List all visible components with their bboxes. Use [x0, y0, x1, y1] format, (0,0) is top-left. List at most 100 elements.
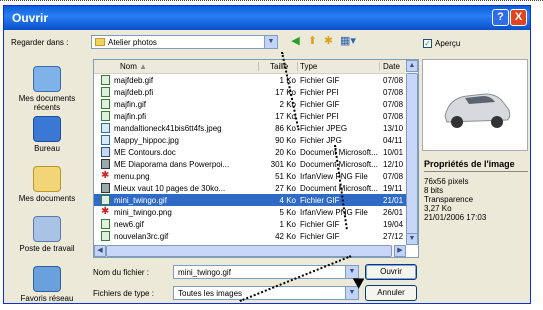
- gif-file-icon: [101, 111, 110, 121]
- filename-value: mini_twingo.gif: [178, 268, 231, 277]
- file-date: 26/01: [383, 208, 404, 217]
- file-size: 20 Ko: [275, 148, 296, 157]
- open-dialog: Ouvrir ? X Regarder dans : Atelier photo…: [3, 5, 531, 304]
- title-bar: Ouvrir ? X: [4, 6, 530, 30]
- car-thumbnail: [444, 93, 511, 128]
- file-date: 07/08: [383, 172, 404, 181]
- chevron-down-icon[interactable]: ▼: [345, 287, 358, 299]
- image-preview: [422, 59, 528, 151]
- filetype-value: Toutes les images: [178, 289, 243, 298]
- file-date: 04/11: [383, 136, 403, 145]
- dotted-guide: [0, 0, 543, 3]
- scroll-thumb[interactable]: [406, 73, 418, 239]
- file-row[interactable]: mandaltioneck41bis6tt4fs.jpeg 86 Ko Fichie…: [94, 122, 406, 134]
- file-type: Fichier GIF: [300, 232, 340, 241]
- file-date: 19/04: [383, 220, 404, 229]
- file-size: 1 Ko: [279, 76, 296, 85]
- doc-file-icon: [101, 147, 110, 157]
- file-name: ME Diaporama dans Powerpoi...: [114, 160, 230, 169]
- file-row[interactable]: ME Contours.doc 20 Ko Document Microsoft..…: [94, 146, 406, 158]
- file-name: ME Contours.doc: [114, 148, 176, 157]
- place-desktop[interactable]: Bureau: [5, 110, 89, 160]
- property-transparency: Transparence: [424, 195, 474, 204]
- my-computer-icon: [33, 216, 61, 242]
- horizontal-scrollbar[interactable]: ◀ ▶: [94, 245, 406, 257]
- file-date: 07/08: [383, 100, 404, 109]
- column-type[interactable]: Type: [300, 62, 317, 71]
- scroll-right-icon[interactable]: ▶: [394, 245, 406, 257]
- file-date: 10/01: [383, 148, 404, 157]
- new-folder-icon[interactable]: ✱: [322, 35, 335, 48]
- vertical-scrollbar[interactable]: ▲ ▼: [406, 60, 418, 245]
- preview-label: Aperçu: [435, 39, 461, 48]
- file-size: 5 Ko: [279, 208, 296, 217]
- lookin-dropdown[interactable]: Atelier photos ▼: [91, 35, 278, 49]
- file-name: majfdeb.pfi: [114, 88, 154, 97]
- property-dimensions: 76x56 pixels: [424, 177, 469, 186]
- column-date[interactable]: Date: [383, 62, 400, 71]
- file-type: Fichier GIF: [300, 196, 340, 205]
- file-date: 12/10: [383, 160, 404, 169]
- places-bar: Mes documents récents Bureau Mes documen…: [5, 60, 89, 303]
- place-label: Poste de travail: [19, 244, 75, 253]
- file-type: Fichier PFI: [300, 112, 339, 121]
- file-name: mandaltioneck41bis6tt4fs.jpeg: [114, 124, 222, 133]
- file-row[interactable]: Mieux vaut 10 pages de 30ko... 27 Ko Docum…: [94, 182, 406, 194]
- file-type: Fichier GIF: [300, 76, 340, 85]
- file-size: 301 Ko: [270, 160, 296, 169]
- file-row[interactable]: majfin.gif 2 Ko Fichier GIF 07/08: [94, 98, 406, 110]
- file-type: Fichier GIF: [300, 100, 340, 109]
- file-row[interactable]: mini_twingo.gif 4 Ko Fichier GIF 21/01: [94, 194, 406, 206]
- file-row[interactable]: majfdeb.gif 1 Ko Fichier GIF 07/08: [94, 74, 406, 86]
- column-separator[interactable]: [297, 62, 298, 71]
- desktop-icon: [33, 116, 61, 142]
- file-date: 07/08: [383, 112, 404, 121]
- open-button[interactable]: Ouvrir: [365, 264, 417, 280]
- png-file-icon: ✱: [101, 206, 110, 217]
- help-button[interactable]: ?: [492, 9, 509, 26]
- file-row[interactable]: ME Diaporama dans Powerpoi... 301 Ko Docum…: [94, 158, 406, 170]
- place-label: Mes documents: [18, 194, 76, 203]
- place-network[interactable]: Favoris réseau: [5, 260, 89, 310]
- file-type: Document Microsoft...: [300, 148, 378, 157]
- cancel-button[interactable]: Annuler: [365, 285, 417, 301]
- file-type: Fichier PFI: [300, 88, 339, 97]
- gif-file-icon: [101, 87, 110, 97]
- scroll-down-icon[interactable]: ▼: [406, 233, 418, 245]
- place-my-computer[interactable]: Poste de travail: [5, 210, 89, 260]
- back-icon[interactable]: ◀: [289, 35, 302, 48]
- up-folder-icon[interactable]: ⬆: [306, 35, 319, 48]
- file-row[interactable]: Mappy_hippoc.jpg 90 Ko Fichier JPG 04/11: [94, 134, 406, 146]
- file-list[interactable]: Nom ▲ Taille Type Date majfdeb.gif 1 Ko Fi…: [93, 59, 419, 258]
- file-row[interactable]: majfdeb.pfi 17 Ko Fichier PFI 07/08: [94, 86, 406, 98]
- chevron-down-icon[interactable]: ▼: [264, 36, 277, 48]
- place-label: Favoris réseau: [20, 294, 74, 303]
- file-type: Fichier GIF: [300, 220, 340, 229]
- file-date: 13/10: [383, 124, 404, 133]
- file-size: 1 Ko: [279, 220, 296, 229]
- file-type: IrfanView PNG File: [300, 208, 368, 217]
- file-row[interactable]: new6.gif 1 Ko Fichier GIF 19/04: [94, 218, 406, 230]
- gif-file-icon: [101, 231, 110, 241]
- file-row[interactable]: ✱ menu.png 51 Ko IrfanView PNG File 07/08: [94, 170, 406, 182]
- close-button[interactable]: X: [510, 9, 527, 26]
- file-date: 19/11: [383, 184, 403, 193]
- views-icon[interactable]: ▦▾: [338, 35, 358, 48]
- file-name: Mappy_hippoc.jpg: [114, 136, 179, 145]
- network-places-icon: [33, 266, 61, 292]
- filename-input[interactable]: mini_twingo.gif ▼: [173, 265, 359, 279]
- column-separator[interactable]: [258, 62, 259, 71]
- preview-checkbox[interactable]: ✓: [423, 39, 432, 48]
- file-row[interactable]: ✱ mini_twingo.png 5 Ko IrfanView PNG File 26…: [94, 206, 406, 218]
- scroll-left-icon[interactable]: ◀: [94, 245, 106, 257]
- column-name[interactable]: Nom ▲: [120, 62, 147, 71]
- file-row[interactable]: majfin.pfi 17 Ko Fichier PFI 07/08: [94, 110, 406, 122]
- file-size: 4 Ko: [279, 196, 296, 205]
- place-recent-documents[interactable]: Mes documents récents: [5, 60, 89, 112]
- scroll-up-icon[interactable]: ▲: [406, 60, 418, 72]
- file-size: 86 Ko: [275, 124, 296, 133]
- place-my-documents[interactable]: Mes documents: [5, 160, 89, 210]
- png-file-icon: ✱: [101, 170, 110, 181]
- column-separator[interactable]: [379, 62, 380, 71]
- file-row[interactable]: nouvelan3rc.gif 42 Ko Fichier GIF 27/12: [94, 230, 406, 242]
